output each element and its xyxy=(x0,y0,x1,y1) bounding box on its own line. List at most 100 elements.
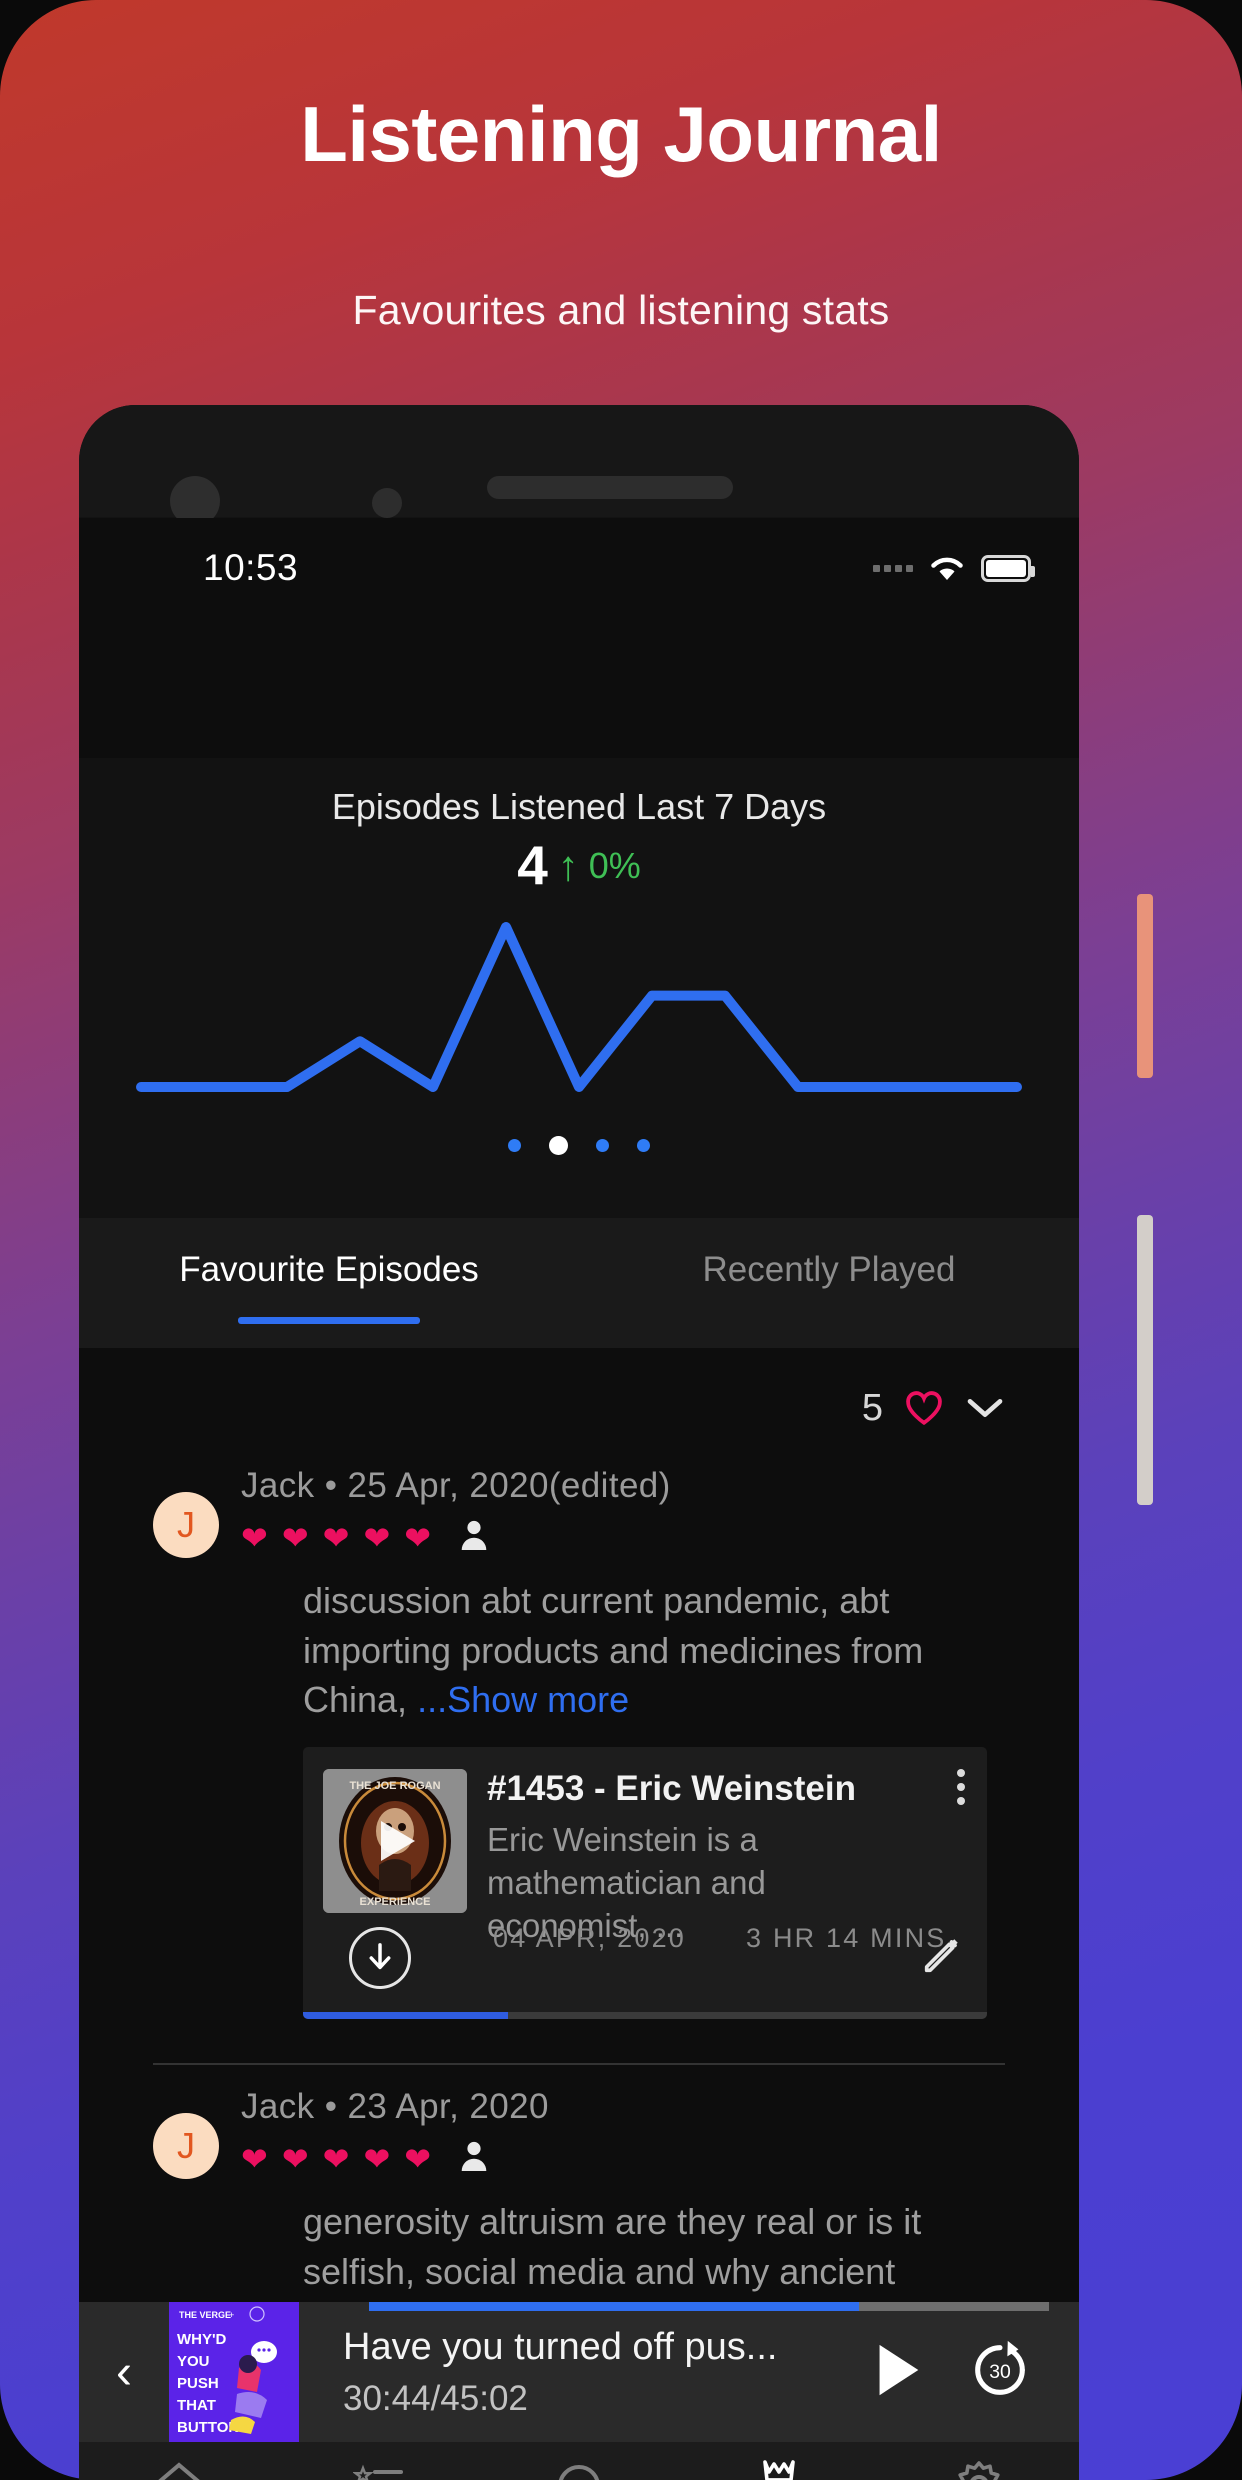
heart-filled-icon: ❤ xyxy=(404,1519,432,1556)
svg-text:EXPERIENCE: EXPERIENCE xyxy=(360,1896,431,1908)
episode-title: #1453 - Eric Weinstein xyxy=(487,1769,856,1809)
phone-bezel xyxy=(79,405,1079,517)
pager-dot-active[interactable] xyxy=(549,1136,568,1155)
feed-list: 5 J Jack • 25 Apr, 2020(edited) ❤ ❤ ❤ ❤ … xyxy=(79,1348,1079,2341)
person-icon xyxy=(459,1518,489,1557)
episode-artwork: THE JOE ROGAN EXPERIENCE xyxy=(323,1769,467,1914)
chess-queen-icon xyxy=(753,2458,805,2480)
post-author: Jack xyxy=(241,2087,315,2127)
screenshot-root: Listening Journal Favourites and listeni… xyxy=(0,0,1242,2480)
heart-filled-icon: ❤ xyxy=(241,1519,268,1556)
svg-text:YOU: YOU xyxy=(177,2353,210,2370)
heart-filled-icon: ❤ xyxy=(404,2140,432,2177)
forward-30-icon[interactable]: 30 xyxy=(967,2337,1033,2408)
status-indicators xyxy=(873,554,1035,582)
chevron-down-icon[interactable] xyxy=(965,1395,1005,1421)
chevron-left-icon[interactable]: ‹ xyxy=(79,2345,169,2400)
svg-text:THE JOE ROGAN: THE JOE ROGAN xyxy=(349,1780,440,1792)
svg-text:+: + xyxy=(229,2310,234,2320)
pager-dot[interactable] xyxy=(508,1139,521,1152)
stats-pager[interactable] xyxy=(79,1136,1079,1155)
post-item[interactable]: J Jack • 25 Apr, 2020(edited) ❤ ❤ ❤ ❤ ❤ … xyxy=(79,1444,1079,2020)
post-date: 25 Apr, 2020 xyxy=(347,1466,549,1505)
more-vertical-icon[interactable] xyxy=(957,1769,965,1806)
player-artwork: THE VERGE + WHY'D YOU PUSH THAT BUTTON? xyxy=(169,2302,299,2442)
heart-filled-icon: ❤ xyxy=(322,2140,350,2177)
stats-value-row: 4 ↑ 0% xyxy=(79,838,1079,893)
post-body: discussion abt current pandemic, abt imp… xyxy=(79,1558,1079,1725)
volume-button[interactable] xyxy=(1137,894,1153,1078)
show-more-link[interactable]: ...Show more xyxy=(417,1679,629,1720)
signal-dots-icon xyxy=(873,564,913,572)
tab-label: Favourite Episodes xyxy=(179,1250,479,1289)
status-bar: 10:53 xyxy=(79,518,1079,618)
nav-item-library[interactable]: Library xyxy=(479,2442,679,2480)
nav-item-home[interactable]: Home xyxy=(79,2442,279,2480)
tab-favourite-episodes[interactable]: Favourite Episodes xyxy=(79,1250,579,1324)
person-icon xyxy=(459,2139,489,2178)
stats-value: 4 xyxy=(517,834,548,896)
tab-label: Recently Played xyxy=(702,1250,956,1289)
heart-filled-icon: ❤ xyxy=(281,2140,309,2177)
player-time: 30:44/45:02 xyxy=(343,2378,528,2418)
nav-item-top-charts[interactable]: Top Charts xyxy=(279,2442,479,2480)
post-byline: Jack • 25 Apr, 2020(edited) xyxy=(241,1466,671,1506)
heart-filled-icon: ❤ xyxy=(322,1519,350,1556)
episode-card[interactable]: THE JOE ROGAN EXPERIENCE #1453 - Eric We… xyxy=(303,1747,987,2020)
episode-meta: 04 APR, 2020 3 HR 14 MINS xyxy=(493,1923,946,1954)
heart-outline-icon[interactable] xyxy=(905,1390,943,1426)
sort-control[interactable]: 5 xyxy=(79,1348,1079,1444)
tab-recently-played[interactable]: Recently Played xyxy=(579,1250,1079,1290)
player-progress-bar[interactable] xyxy=(369,2302,1049,2311)
tab-bar: Favourite Episodes Recently Played xyxy=(79,1218,1079,1348)
heart-filled-icon: ❤ xyxy=(281,1519,309,1556)
episode-duration: 3 HR 14 MINS xyxy=(746,1923,947,1954)
list-star-icon xyxy=(353,2458,405,2480)
headphones-icon xyxy=(553,2458,605,2480)
gear-icon xyxy=(953,2458,1005,2480)
phone-screen: 10:53 Episodes Listened Last 7 Days 4 ↑ … xyxy=(79,518,1079,2480)
svg-text:30: 30 xyxy=(989,2360,1011,2382)
download-icon[interactable] xyxy=(349,1927,411,1990)
pencil-icon[interactable] xyxy=(919,1932,965,1983)
post-edited-flag: (edited) xyxy=(548,1466,671,1505)
post-author: Jack xyxy=(241,1466,315,1505)
sparkline-chart xyxy=(136,922,1022,1092)
sort-count: 5 xyxy=(861,1386,883,1429)
heart-filled-icon: ❤ xyxy=(363,1519,391,1556)
avatar: J xyxy=(153,1492,219,1558)
post-date: 23 Apr, 2020 xyxy=(347,2087,549,2127)
post-byline: Jack • 23 Apr, 2020 xyxy=(241,2087,549,2127)
heart-filled-icon: ❤ xyxy=(363,2140,391,2177)
post-rating: ❤ ❤ ❤ ❤ ❤ xyxy=(241,2139,549,2178)
wifi-icon xyxy=(929,554,965,582)
svg-text:THAT: THAT xyxy=(177,2397,216,2414)
status-time: 10:53 xyxy=(203,547,299,588)
page-subtitle: Favourites and listening stats xyxy=(352,287,890,333)
avatar: J xyxy=(153,2113,219,2180)
page-title: Listening Journal xyxy=(300,90,942,178)
post-separator: • xyxy=(324,2087,338,2127)
post-separator: • xyxy=(324,1466,338,1505)
episode-date: 04 APR, 2020 xyxy=(493,1923,687,1954)
power-button[interactable] xyxy=(1137,1215,1153,1505)
listening-stats-card: Episodes Listened Last 7 Days 4 ↑ 0% xyxy=(79,758,1079,1218)
home-icon xyxy=(153,2458,205,2480)
sensor-icon xyxy=(372,488,402,518)
stats-trend-percent: 0% xyxy=(588,844,641,886)
nav-item-settings[interactable]: Settings xyxy=(879,2442,1079,2480)
stats-title: Episodes Listened Last 7 Days xyxy=(331,786,827,827)
player-episode-title: Have you turned off pus... xyxy=(343,2325,778,2368)
earpiece-speaker xyxy=(487,476,733,499)
pager-dot[interactable] xyxy=(637,1139,650,1152)
pager-dot[interactable] xyxy=(596,1139,609,1152)
episode-progress-bar[interactable] xyxy=(303,2012,987,2020)
mini-player[interactable]: ‹ THE VERGE + WHY'D YOU PUSH THAT BUTTON… xyxy=(79,2302,1079,2442)
play-icon[interactable] xyxy=(869,2339,925,2406)
svg-text:THE VERGE: THE VERGE xyxy=(179,2310,231,2320)
bottom-navigation: Home Top Charts xyxy=(79,2442,1079,2480)
svg-text:PUSH: PUSH xyxy=(177,2375,219,2392)
battery-icon xyxy=(981,554,1035,582)
nav-item-personal[interactable]: Personal xyxy=(679,2442,879,2480)
tab-active-underline xyxy=(238,1317,420,1324)
